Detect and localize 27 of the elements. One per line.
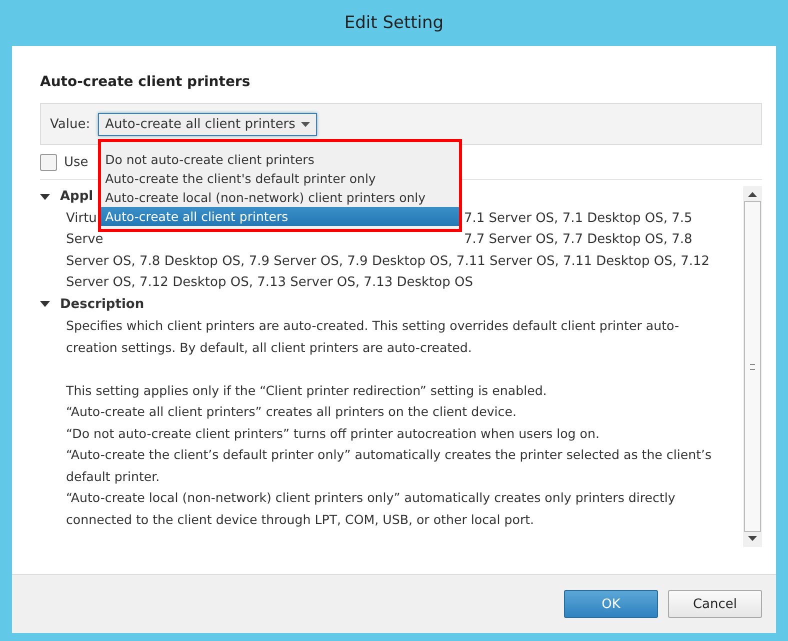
scrollbar[interactable]	[743, 186, 762, 547]
checkbox[interactable]	[40, 154, 57, 170]
description-text: Specifies which client printers are auto-created. This setting overrides default client printer auto-creation settings. By default, all client printers are auto-created.	[66, 317, 680, 357]
collapse-triangle-icon[interactable]	[40, 299, 50, 310]
value-label: Value:	[50, 116, 90, 132]
window-title: Edit Setting	[344, 13, 444, 33]
collapse-triangle-icon[interactable]	[40, 192, 50, 202]
dropdown-option[interactable]: Auto-create local (non-network) client printers only	[101, 188, 460, 206]
setting-title: Auto-create client printers	[40, 74, 252, 90]
section-heading: Appl	[60, 188, 94, 206]
version-text: Virtu	[66, 210, 97, 228]
caret-icon	[301, 122, 310, 126]
version-text: 7.1 Server OS, 7.1 Desktop OS, 7.5	[464, 210, 692, 228]
version-text: Serve	[66, 231, 104, 249]
dropdown-option[interactable]: Auto-create all client printers	[101, 206, 460, 226]
scroll-up-arrow-icon[interactable]	[748, 192, 757, 197]
section-heading: Description	[60, 296, 144, 314]
version-text: Server OS, 7.12 Desktop OS, 7.13 Server OS, 7.13 Desktop OS	[66, 274, 473, 292]
checkbox-label: Use	[64, 154, 88, 170]
description-text: This setting applies only if the “Client printer redirection” setting is enabled. “Auto-create all client printers” creates all printers on the client device. “Do not auto-create client printers” turns off printer autocreation when users log on. “Auto-create the client’s default printer only” automatically creates the printer selected as the client’s default printer. “Auto-create local (non-network) client printers only” automatically creates only printers directly connected to the client device through LPT, COM, USB, or other local port.	[66, 382, 713, 529]
value-dropdown[interactable]: Auto-create all client printers	[98, 112, 318, 136]
version-text: Server OS, 7.8 Desktop OS, 7.9 Server OS, 7.9 Desktop OS, 7.11 Server OS, 7.11 Desktop OS, 7.12	[66, 252, 710, 270]
dropdown-option[interactable]: Auto-create the client's default printer only	[101, 168, 460, 188]
scroll-down-arrow-icon[interactable]	[748, 536, 757, 541]
version-text: 7.7 Server OS, 7.7 Desktop OS, 7.8	[464, 231, 692, 249]
dialog-button[interactable]: Cancel	[668, 590, 762, 618]
dropdown-option[interactable]: Do not auto-create client printers	[101, 150, 460, 168]
